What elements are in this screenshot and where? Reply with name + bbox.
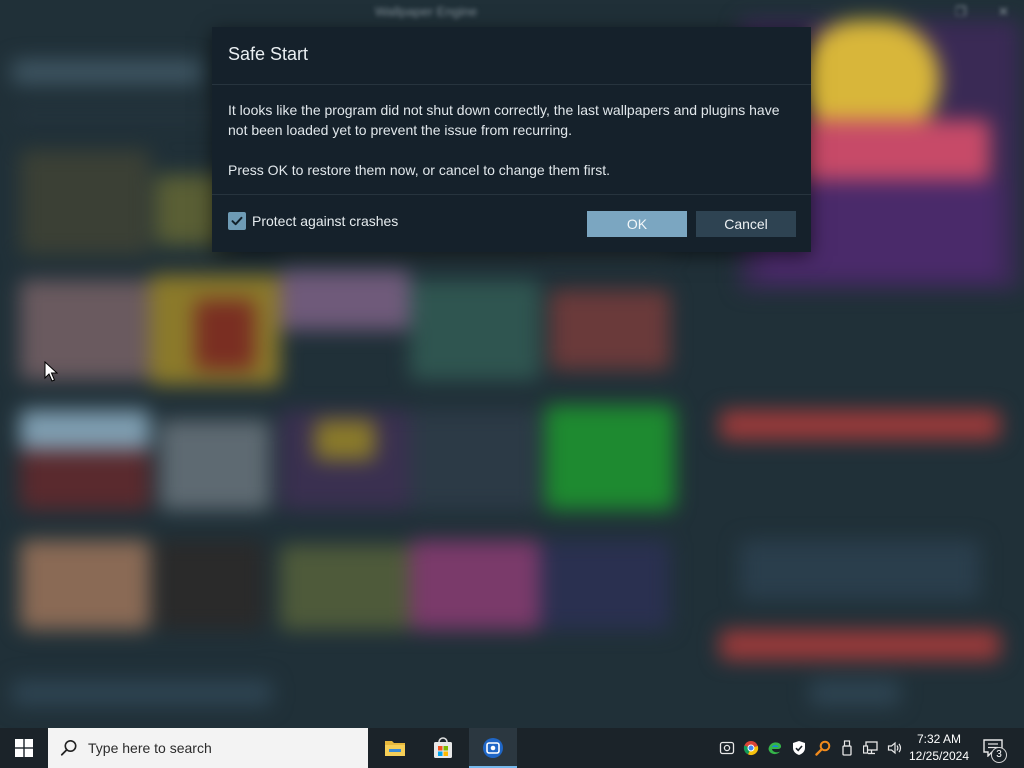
dialog-title: Safe Start <box>228 44 309 64</box>
restore-icon: ❐ <box>955 4 967 19</box>
taskbar-search-box[interactable]: Type here to search <box>48 728 368 768</box>
ok-button[interactable]: OK <box>587 211 687 237</box>
background-title-bar: Wallpaper Engine ❐ ✕ <box>0 0 1024 28</box>
taskbar: Type here to search 7:32 AM 12/25/2024 3 <box>0 728 1024 768</box>
network-icon[interactable] <box>862 739 880 757</box>
divider <box>212 84 811 85</box>
clock-time[interactable]: 7:32 AM <box>906 731 972 748</box>
shield-icon[interactable] <box>790 739 808 757</box>
divider <box>212 194 811 195</box>
background-window-title: Wallpaper Engine <box>375 4 478 19</box>
search-icon[interactable] <box>60 739 78 757</box>
volume-icon[interactable] <box>886 739 904 757</box>
taskbar-app-microsoft-store[interactable] <box>419 728 467 768</box>
wallpaper-engine-icon[interactable] <box>482 737 504 759</box>
safe-start-dialog: Safe Start It looks like the program did… <box>212 27 811 252</box>
dialog-message-line: It looks like the program did not shut d… <box>228 102 780 138</box>
checkbox-checked-icon[interactable] <box>228 212 246 230</box>
start-button[interactable] <box>0 728 48 768</box>
mouse-cursor-icon <box>44 360 59 387</box>
taskbar-clock[interactable]: 7:32 AM 12/25/2024 <box>906 731 972 765</box>
taskbar-app-file-explorer[interactable] <box>371 728 419 768</box>
dialog-message-line: Press OK to restore them now, or cancel … <box>228 162 611 178</box>
magnifier-icon[interactable] <box>814 739 832 757</box>
search-placeholder[interactable]: Type here to search <box>88 740 212 756</box>
usb-icon[interactable] <box>838 739 856 757</box>
steam-icon[interactable] <box>718 739 736 757</box>
windows-logo-icon[interactable] <box>15 739 33 757</box>
notification-count-badge: 3 <box>991 747 1007 763</box>
file-explorer-icon[interactable] <box>384 738 406 758</box>
protect-against-crashes-checkbox[interactable]: Protect against crashes <box>228 212 398 230</box>
chrome-icon[interactable] <box>742 739 760 757</box>
taskbar-app-wallpaper-engine[interactable] <box>469 728 517 768</box>
action-center-button[interactable]: 3 <box>980 728 1024 768</box>
edge-icon[interactable] <box>766 739 784 757</box>
checkbox-label[interactable]: Protect against crashes <box>252 213 398 229</box>
cancel-button[interactable]: Cancel <box>696 211 796 237</box>
close-icon: ✕ <box>998 4 1009 19</box>
dialog-message: It looks like the program did not shut d… <box>228 100 798 180</box>
microsoft-store-icon[interactable] <box>432 737 454 759</box>
clock-date[interactable]: 12/25/2024 <box>906 748 972 765</box>
